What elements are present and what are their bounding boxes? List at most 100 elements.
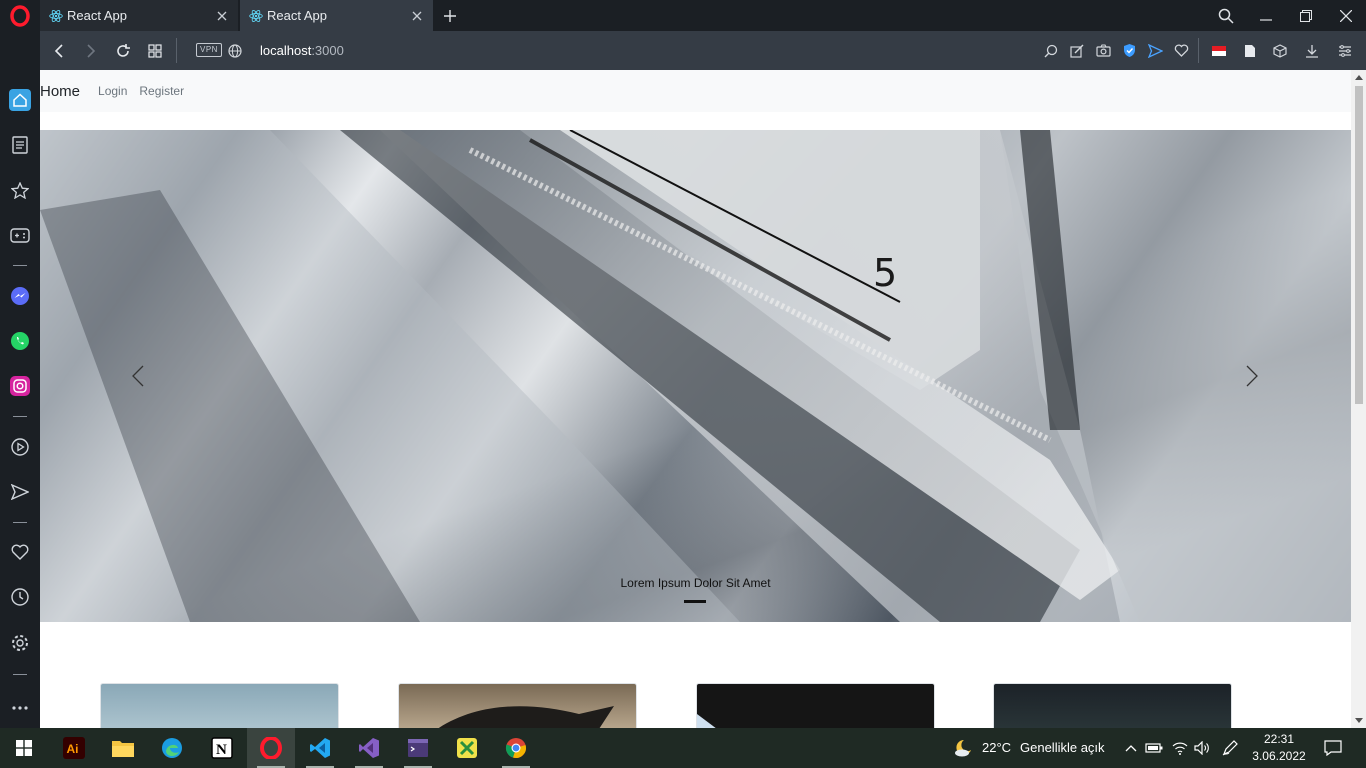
carousel-image-number: 5 [873,251,897,295]
clock-date[interactable]: 3.06.2022 [1250,749,1308,763]
svg-text:Ai: Ai [67,742,79,756]
xampp-icon[interactable] [443,728,491,768]
page-viewport: Home Login Register 5 Lorem Ipsum Dolor … [40,70,1351,728]
sidebar-separator [13,522,27,523]
nav-login-link[interactable]: Login [98,84,127,98]
clock-time[interactable]: 22:31 [1250,732,1308,746]
react-icon [249,9,263,22]
settings-icon[interactable] [0,627,40,659]
close-tab-icon[interactable] [210,0,234,31]
reload-icon[interactable] [109,31,137,70]
react-icon [49,9,63,22]
notes-icon[interactable] [0,129,40,161]
wifi-icon[interactable] [1169,728,1191,768]
player-icon[interactable] [0,431,40,463]
notification-icon[interactable] [1321,728,1345,768]
sidebar-separator [13,674,27,675]
toolbar-divider [176,38,177,63]
windows-start-icon[interactable] [0,728,48,768]
gamepad-icon[interactable] [0,219,40,251]
tab-react-app-2[interactable]: React App [240,0,433,31]
page-navbar: Home Login Register [40,70,1351,112]
pen-icon[interactable] [1219,728,1241,768]
tab-title: React App [67,8,127,23]
card-image[interactable] [696,683,935,728]
browser-tab-strip: React App React App [0,0,1366,31]
instagram-icon[interactable] [0,370,40,402]
menu-icon[interactable] [1333,31,1357,70]
visual-studio-icon[interactable] [345,728,393,768]
search-zoom-icon[interactable] [1039,31,1063,70]
camera-icon[interactable] [1091,31,1115,70]
tab-react-app-1[interactable]: React App [40,0,238,31]
send-icon[interactable] [0,476,40,508]
back-icon[interactable] [45,31,73,70]
windows-taskbar: Ai N 22°C Genellikle açık 22:31 3.06.202… [0,728,1366,768]
download-icon[interactable] [1300,31,1324,70]
shield-icon[interactable] [1117,31,1141,70]
tabs-grid-icon[interactable] [141,31,169,70]
card-image[interactable] [100,683,339,728]
volume-icon[interactable] [1191,728,1213,768]
cube-icon[interactable] [1268,31,1292,70]
close-icon[interactable] [1326,0,1366,31]
send-icon[interactable] [1143,31,1167,70]
battery-icon[interactable] [1143,728,1165,768]
search-icon[interactable] [1206,0,1246,31]
bookmarks-icon[interactable] [0,174,40,206]
carousel-caption: Lorem Ipsum Dolor Sit Amet [620,576,771,590]
hero-carousel: 5 Lorem Ipsum Dolor Sit Amet [40,130,1351,622]
carousel-indicator-active[interactable] [684,600,706,603]
scrollbar-thumb[interactable] [1355,86,1363,404]
globe-icon[interactable] [221,31,249,70]
carousel-slide-image: 5 [40,130,1351,622]
weather-temperature[interactable]: 22°C [982,728,1011,768]
chevron-up-icon[interactable] [1120,728,1142,768]
history-icon[interactable] [0,581,40,613]
moon-cloud-icon[interactable] [952,728,976,768]
opera-sidebar [0,31,40,728]
page-scrollbar[interactable] [1351,70,1366,728]
illustrator-icon[interactable]: Ai [50,728,98,768]
terminal-icon[interactable] [394,728,442,768]
chrome-icon[interactable] [492,728,540,768]
scroll-up-icon[interactable] [1351,70,1366,85]
forward-icon[interactable] [77,31,105,70]
vscode-icon[interactable] [296,728,344,768]
vpn-badge[interactable]: VPN [196,43,222,57]
whatsapp-icon[interactable] [0,325,40,357]
home-icon[interactable] [0,84,40,116]
sidebar-separator [13,416,27,417]
edit-icon[interactable] [1065,31,1089,70]
sidebar-separator [13,265,27,266]
restore-icon[interactable] [1286,0,1326,31]
chevron-right-icon[interactable] [1232,356,1272,396]
nav-register-link[interactable]: Register [139,84,184,98]
scroll-down-icon[interactable] [1351,713,1366,728]
notion-icon[interactable]: N [198,728,246,768]
url-host: localhost [260,43,312,58]
heart-icon[interactable] [1169,31,1193,70]
flag-icon[interactable] [1207,31,1231,70]
plus-icon[interactable] [438,0,462,31]
svg-text:N: N [216,742,227,758]
edge-icon[interactable] [148,728,196,768]
more-icon[interactable] [0,692,40,724]
nav-home-link[interactable]: Home [40,83,80,100]
card-image[interactable] [398,683,637,728]
heart-icon[interactable] [0,536,40,568]
page-icon[interactable] [1238,31,1262,70]
close-tab-icon[interactable] [405,0,429,31]
address-toolbar: VPN localhost:3000 [40,31,1366,70]
opera-icon[interactable] [247,728,295,768]
card-image[interactable] [993,683,1232,728]
messenger-icon[interactable] [0,280,40,312]
file-explorer-icon[interactable] [99,728,147,768]
minimize-icon[interactable] [1246,0,1286,31]
url-field[interactable]: localhost:3000 [260,31,344,70]
url-port: :3000 [311,43,344,58]
weather-description[interactable]: Genellikle açık [1020,728,1105,768]
toolbar-divider [1198,38,1199,63]
opera-menu-icon[interactable] [0,0,40,31]
chevron-left-icon[interactable] [118,356,158,396]
